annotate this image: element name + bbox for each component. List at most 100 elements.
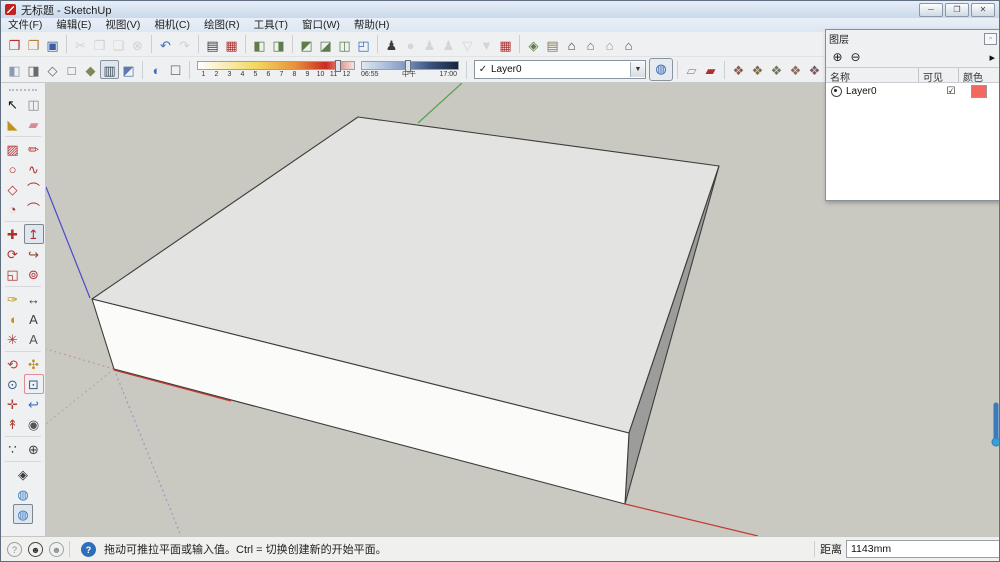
rectangle-tool[interactable]: ▨: [3, 139, 23, 159]
component-button-5[interactable]: ◫: [335, 35, 354, 54]
section-grid-button[interactable]: ▦: [496, 35, 515, 54]
print-button[interactable]: ▤: [203, 35, 222, 54]
shaded-textures-style-button[interactable]: ▥: [100, 60, 119, 79]
shadow-settings-button[interactable]: ◐: [147, 60, 166, 79]
new-button[interactable]: ❒: [5, 35, 24, 54]
layer-row[interactable]: Layer0☑: [826, 83, 1000, 99]
interact-button[interactable]: ♟: [382, 35, 401, 54]
section-tool-button-5[interactable]: ❖: [805, 60, 824, 79]
top-view-button[interactable]: ▤: [543, 35, 562, 54]
date-slider-handle[interactable]: [335, 60, 341, 72]
front-view-button[interactable]: ⌂: [562, 35, 581, 54]
open-button[interactable]: ❐: [24, 35, 43, 54]
menu-item-8[interactable]: 帮助(H): [347, 18, 397, 32]
section-fill-button[interactable]: ❖: [748, 60, 767, 79]
zoom-tool[interactable]: ⊙: [3, 374, 23, 394]
left-view-button[interactable]: ⌂: [619, 35, 638, 54]
next-view-tool[interactable]: ◈: [13, 464, 33, 484]
position-camera-tool[interactable]: ↟: [3, 414, 23, 434]
back-view-button[interactable]: ⌂: [600, 35, 619, 54]
measurement-value-input[interactable]: 1143mm: [846, 540, 999, 558]
polygon-tool[interactable]: ◇: [3, 179, 23, 199]
monochrome-style-button[interactable]: ◩: [119, 60, 138, 79]
orbit-tool[interactable]: ⟲: [3, 354, 23, 374]
walk-tool[interactable]: ∵: [3, 439, 23, 459]
menu-item-4[interactable]: 相机(C): [147, 18, 197, 32]
layer-visible-checkbox[interactable]: ☑: [931, 86, 971, 97]
axes-tool[interactable]: ✳: [3, 329, 23, 349]
back-edges-style-button[interactable]: ◨: [24, 60, 43, 79]
layer-active-radio[interactable]: [831, 86, 842, 97]
layer-dropdown[interactable]: ✓ Layer0 ▼: [474, 60, 646, 79]
menu-item-2[interactable]: 编辑(E): [49, 18, 98, 32]
two-point-arc-tool[interactable]: ⌒: [24, 199, 44, 219]
section-plane-button[interactable]: ▱: [682, 60, 701, 79]
make-component-button[interactable]: ◧: [250, 35, 269, 54]
time-slider-handle[interactable]: [405, 60, 411, 72]
scale-tool[interactable]: ◱: [3, 264, 23, 284]
3d-text-tool[interactable]: A: [24, 329, 44, 349]
eraser-tool[interactable]: ▰: [24, 114, 44, 134]
component-button-6[interactable]: ◰: [354, 35, 373, 54]
layer-dropdown-arrow-icon[interactable]: ▼: [630, 62, 645, 77]
text-tool[interactable]: A: [24, 309, 44, 329]
shadow-time-slider[interactable]: 06:55 中午 17:00: [361, 61, 459, 79]
paint-bucket-tool[interactable]: ◣: [3, 114, 23, 134]
section-display-button[interactable]: ▰: [701, 60, 720, 79]
walkthrough-sphere-active-tool[interactable]: ◍: [13, 504, 33, 524]
make-component-tool[interactable]: ◫: [24, 94, 44, 114]
right-view-button[interactable]: ⌂: [581, 35, 600, 54]
time-slider-bar[interactable]: [361, 61, 459, 70]
menu-item-5[interactable]: 绘图(R): [197, 18, 247, 32]
minimize-button[interactable]: ─: [919, 3, 943, 17]
shaded-style-button[interactable]: ◆: [81, 60, 100, 79]
push-pull-tool[interactable]: ↥: [24, 224, 44, 244]
freehand-tool[interactable]: ∿: [24, 159, 44, 179]
orbit-target-tool[interactable]: ⊕: [24, 439, 44, 459]
dimension-tool[interactable]: ↔: [24, 289, 44, 309]
component-button-4[interactable]: ◪: [316, 35, 335, 54]
move-tool[interactable]: ✚: [3, 224, 23, 244]
shadow-toggle-button[interactable]: ☐: [166, 60, 185, 79]
walkthrough-sphere-tool[interactable]: ◍: [13, 484, 33, 504]
menu-item-7[interactable]: 窗口(W): [295, 18, 347, 32]
undo-button[interactable]: ↶: [156, 35, 175, 54]
follow-me-tool[interactable]: ↪: [24, 244, 44, 264]
protractor-tool[interactable]: ◖: [3, 309, 23, 329]
xray-style-button[interactable]: ◧: [5, 60, 24, 79]
look-around-tool[interactable]: ◉: [24, 414, 44, 434]
component-button-2[interactable]: ◨: [269, 35, 288, 54]
menu-item-6[interactable]: 工具(T): [247, 18, 295, 32]
section-cut-button[interactable]: ❖: [729, 60, 748, 79]
circle-tool[interactable]: ○: [3, 159, 23, 179]
wireframe-style-button[interactable]: ◇: [43, 60, 62, 79]
component-button-3[interactable]: ◩: [297, 35, 316, 54]
layers-menu-button[interactable]: ▸: [989, 51, 995, 64]
save-button[interactable]: ▣: [43, 35, 62, 54]
offset-tool[interactable]: ⊚: [24, 264, 44, 284]
section-tool-button-3[interactable]: ❖: [767, 60, 786, 79]
line-tool[interactable]: ✏: [24, 139, 44, 159]
section-tool-button-4[interactable]: ❖: [786, 60, 805, 79]
previous-view-tool[interactable]: ↩: [24, 394, 44, 414]
close-button[interactable]: ✕: [971, 3, 995, 17]
remove-layer-button[interactable]: ⊖: [849, 51, 862, 64]
tape-measure-tool[interactable]: ✑: [3, 289, 23, 309]
zoom-extents-tool[interactable]: ✛: [3, 394, 23, 414]
iso-view-button[interactable]: ◈: [524, 35, 543, 54]
menu-item-1[interactable]: 文件(F): [1, 18, 49, 32]
restore-button[interactable]: ❐: [945, 3, 969, 17]
pan-tool[interactable]: ✣: [24, 354, 44, 374]
help-icon[interactable]: ?: [81, 542, 96, 557]
sign-in-icon[interactable]: ☻: [49, 542, 64, 557]
rotate-tool[interactable]: ⟳: [3, 244, 23, 264]
add-layer-button[interactable]: ⊕: [831, 51, 844, 64]
date-slider-bar[interactable]: [197, 61, 355, 70]
layer-color-swatch[interactable]: [971, 85, 987, 98]
layers-panel-collapse-button[interactable]: ▫: [984, 33, 997, 45]
menu-item-3[interactable]: 视图(V): [98, 18, 147, 32]
arc-tool[interactable]: ⌒: [24, 179, 44, 199]
shadow-date-slider[interactable]: 123456789101112: [197, 61, 355, 79]
geolocation-icon[interactable]: ?: [7, 542, 22, 557]
pie-tool[interactable]: ◔: [3, 199, 23, 219]
